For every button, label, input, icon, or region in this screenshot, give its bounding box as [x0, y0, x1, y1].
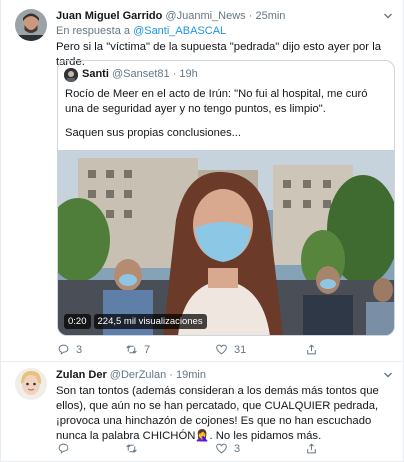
reply-mention-link[interactable]: @Santi_ABASCAL: [133, 25, 226, 37]
author-name[interactable]: Zulan Der: [56, 369, 107, 381]
tweet-text: Son tan tontos (además consideran a los …: [56, 385, 379, 442]
retweet-count: 7: [144, 343, 151, 356]
quoted-author-name: Santi: [82, 68, 109, 80]
tweet[interactable]: Juan Miguel Garrido @Juanmi_News · 25min…: [1, 0, 403, 362]
quoted-timestamp: 19h: [179, 68, 198, 80]
video-duration: 0:20: [64, 314, 91, 329]
video-overlay: 0:20 224,5 mil visualizaciones: [64, 314, 207, 329]
like-count: 31: [234, 343, 247, 356]
like-button[interactable]: 3: [215, 442, 305, 455]
heart-icon: [216, 443, 227, 454]
like-count: 3: [234, 442, 241, 455]
author-handle[interactable]: @Juanmi_News: [165, 10, 245, 22]
share-button[interactable]: [305, 442, 318, 455]
share-icon: [307, 443, 316, 454]
share-button[interactable]: [305, 343, 318, 356]
timestamp[interactable]: 19min: [176, 369, 206, 381]
tweet[interactable]: Zulan Der @DerZulan · 19min Son tan tont…: [1, 362, 403, 462]
share-icon: [307, 344, 316, 355]
chevron-down-icon[interactable]: [383, 370, 393, 380]
quoted-author-handle: @Sanset81: [111, 68, 170, 80]
video-thumbnail: [58, 150, 394, 335]
author-name[interactable]: Juan Miguel Garrido: [56, 10, 162, 22]
retweet-icon: [126, 345, 137, 354]
tweet-header: Zulan Der @DerZulan · 19min: [56, 368, 206, 382]
reply-count: 3: [76, 343, 83, 356]
separator: ·: [172, 68, 177, 80]
like-button[interactable]: 31: [215, 343, 305, 356]
heart-icon: [216, 344, 227, 355]
timestamp[interactable]: 25min: [255, 10, 285, 22]
tweet-header: Juan Miguel Garrido @Juanmi_News · 25min: [56, 9, 285, 23]
quoted-tweet[interactable]: Santi @Sanset81 · 19h Rocío de Meer en e…: [57, 60, 395, 336]
author-handle[interactable]: @DerZulan: [110, 369, 166, 381]
separator: ·: [248, 10, 253, 22]
video-player[interactable]: 0:20 224,5 mil visualizaciones: [58, 150, 394, 335]
reply-button[interactable]: 3: [57, 343, 125, 356]
quoted-text-line: Saquen sus propias conclusiones...: [65, 127, 242, 139]
separator: ·: [169, 369, 173, 381]
tweet-actions: 3: [57, 442, 318, 455]
quoted-avatar: [64, 68, 78, 82]
reply-prefix: En respuesta a: [56, 25, 130, 37]
retweet-icon: [126, 444, 137, 453]
timeline: Juan Miguel Garrido @Juanmi_News · 25min…: [0, 0, 404, 462]
reply-button[interactable]: [57, 442, 125, 455]
reply-icon: [58, 344, 69, 355]
avatar[interactable]: [15, 368, 47, 400]
avatar[interactable]: [15, 9, 47, 41]
retweet-button[interactable]: [125, 442, 215, 455]
quoted-text: Rocío de Meer en el acto de Irún: "No fu…: [65, 87, 389, 141]
chevron-down-icon[interactable]: [383, 11, 393, 21]
quoted-text-line: Rocío de Meer en el acto de Irún: "No fu…: [65, 88, 368, 115]
reply-context: En respuesta a @Santi_ABASCAL: [56, 25, 226, 37]
retweet-button[interactable]: 7: [125, 343, 215, 356]
quoted-header: Santi @Sanset81 · 19h: [82, 68, 198, 80]
reply-icon: [58, 443, 69, 454]
video-views: 224,5 mil visualizaciones: [93, 314, 207, 329]
tweet-actions: 3 7 31: [57, 343, 318, 356]
